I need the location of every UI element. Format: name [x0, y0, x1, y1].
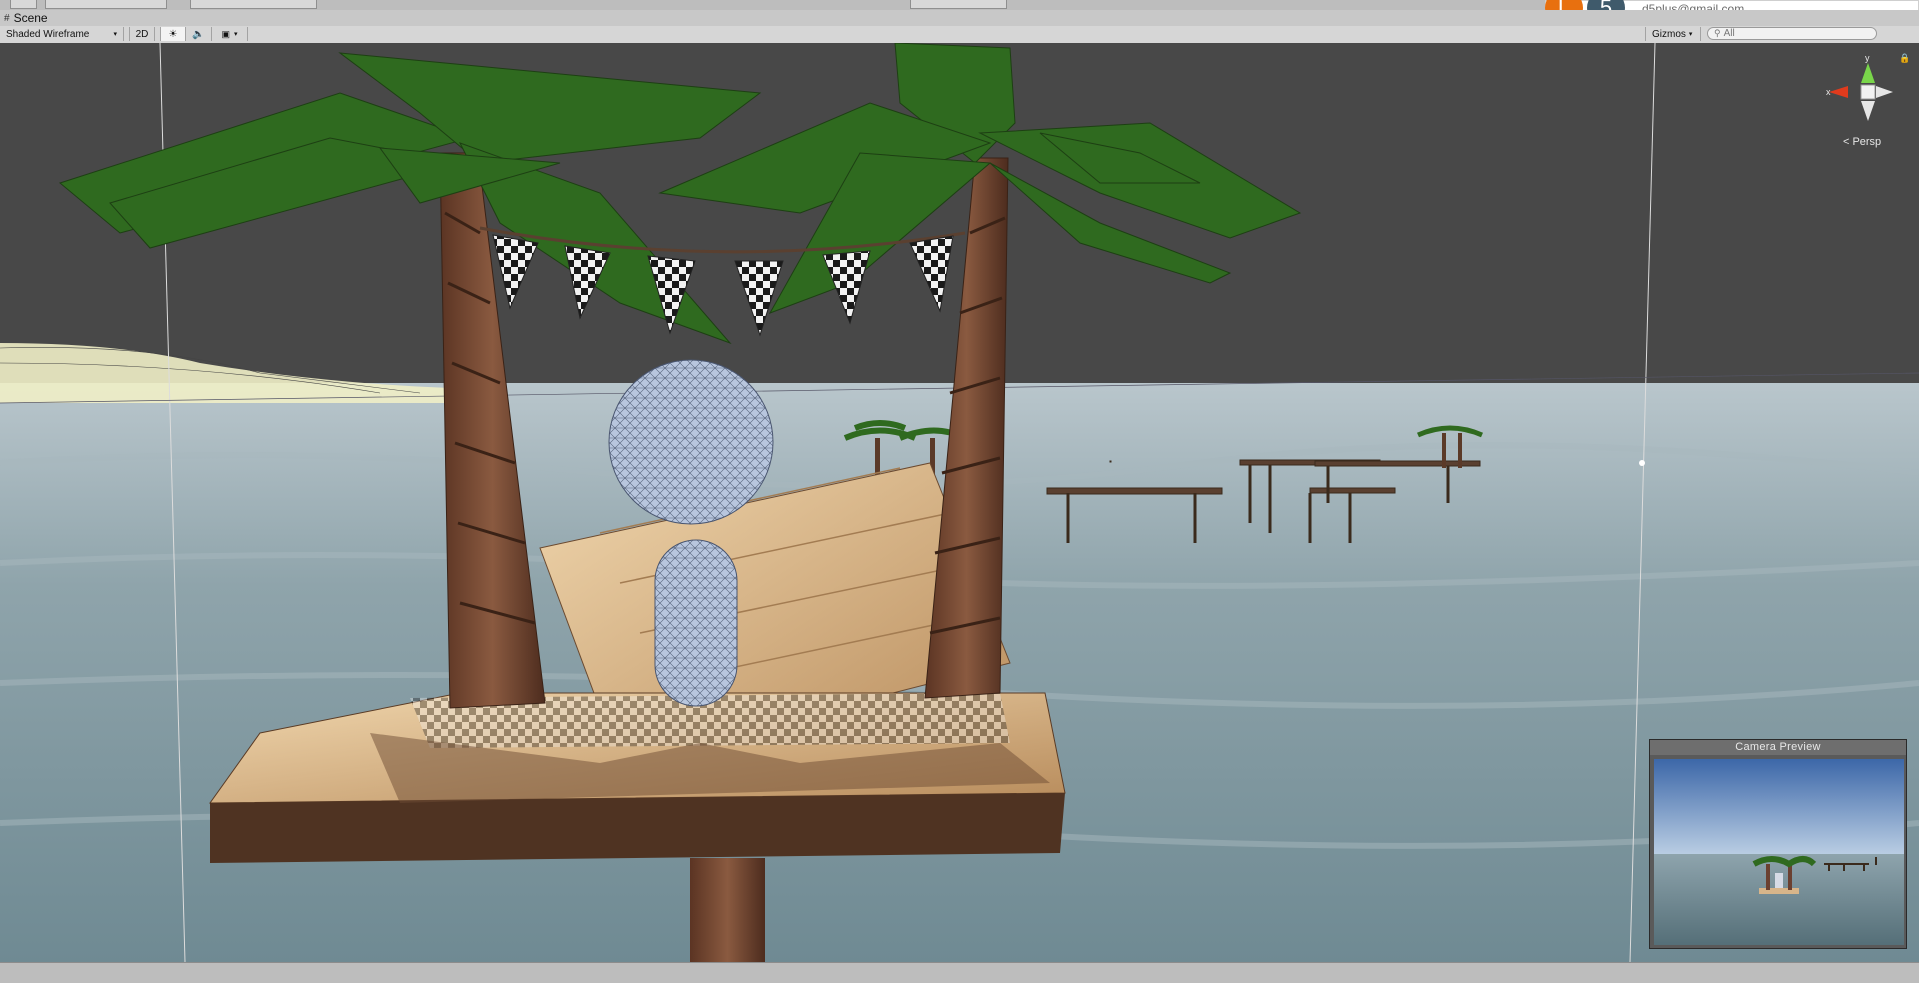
image-icon: ▣	[221, 28, 230, 39]
lock-icon[interactable]: 🔒	[1899, 53, 1910, 64]
effects-dropdown[interactable]: ▣ ▾	[212, 27, 248, 41]
grid-icon: #	[4, 12, 10, 24]
audio-toggle[interactable]: 🔈	[186, 27, 212, 41]
scene-render	[0, 43, 1919, 962]
dropdown-arrow-icon: ▾	[234, 31, 238, 38]
preview-sky	[1654, 759, 1904, 854]
neg-y-axis-cone	[1861, 101, 1875, 121]
y-axis-label: y	[1865, 53, 1870, 63]
top-segment[interactable]	[10, 0, 37, 9]
tab-label: Scene	[13, 11, 48, 25]
status-bar	[0, 962, 1919, 983]
speaker-icon: 🔈	[192, 28, 205, 40]
camera-preview-panel: Camera Preview	[1649, 739, 1907, 949]
dropdown-arrow-icon: ▾	[113, 31, 117, 38]
search-icon: ⚲	[1714, 28, 1721, 38]
platform-side	[210, 793, 1065, 863]
scene-toolbar: Shaded Wireframe ▾ 2D ☀ 🔈 ▣ ▾ Gizmos ▾ ⚲…	[0, 26, 1919, 44]
wireframe-capsule	[654, 539, 738, 707]
preview-sea	[1654, 854, 1904, 945]
top-segment[interactable]	[190, 0, 317, 9]
sun-icon: ☀	[168, 28, 178, 40]
draw-mode-label: Shaded Wireframe	[6, 28, 90, 40]
camera-preview-image	[1654, 759, 1904, 945]
search-input[interactable]: ⚲ All	[1707, 27, 1877, 40]
top-segment[interactable]	[45, 0, 167, 9]
neg-x-axis-cone	[1876, 86, 1893, 98]
marker-dot	[1639, 460, 1645, 466]
projection-toggle[interactable]: < Persp	[1843, 136, 1881, 148]
tab-bar: # Scene	[0, 10, 1919, 27]
tab-scene[interactable]: # Scene	[4, 11, 48, 25]
center-cube	[1860, 84, 1876, 100]
dropdown-arrow-icon: ▾	[1688, 31, 1693, 38]
projection-label: Persp	[1852, 136, 1882, 148]
orientation-gizmo[interactable]: y x	[1826, 53, 1896, 133]
draw-mode-dropdown[interactable]: Shaded Wireframe ▾	[0, 27, 124, 41]
gizmos-label: Gizmos	[1652, 28, 1686, 40]
top-segment[interactable]	[910, 0, 1007, 9]
support-pillar	[690, 858, 765, 962]
gizmos-dropdown[interactable]: Gizmos ▾	[1645, 27, 1701, 41]
x-axis-label: x	[1826, 87, 1831, 97]
x-axis-cone	[1829, 86, 1848, 98]
y-axis-cone	[1861, 63, 1875, 83]
persp-arrow-icon: <	[1843, 136, 1850, 148]
palm-leaves-left	[58, 52, 762, 345]
search-placeholder: All	[1723, 28, 1735, 39]
lighting-toggle[interactable]: ☀	[160, 27, 186, 41]
camera-preview-title: Camera Preview	[1650, 740, 1906, 755]
wireframe-sphere	[608, 359, 774, 525]
scene-viewport[interactable]: y x 🔒 < Persp Camera Preview	[0, 43, 1919, 962]
mode-2d-button[interactable]: 2D	[129, 27, 155, 41]
